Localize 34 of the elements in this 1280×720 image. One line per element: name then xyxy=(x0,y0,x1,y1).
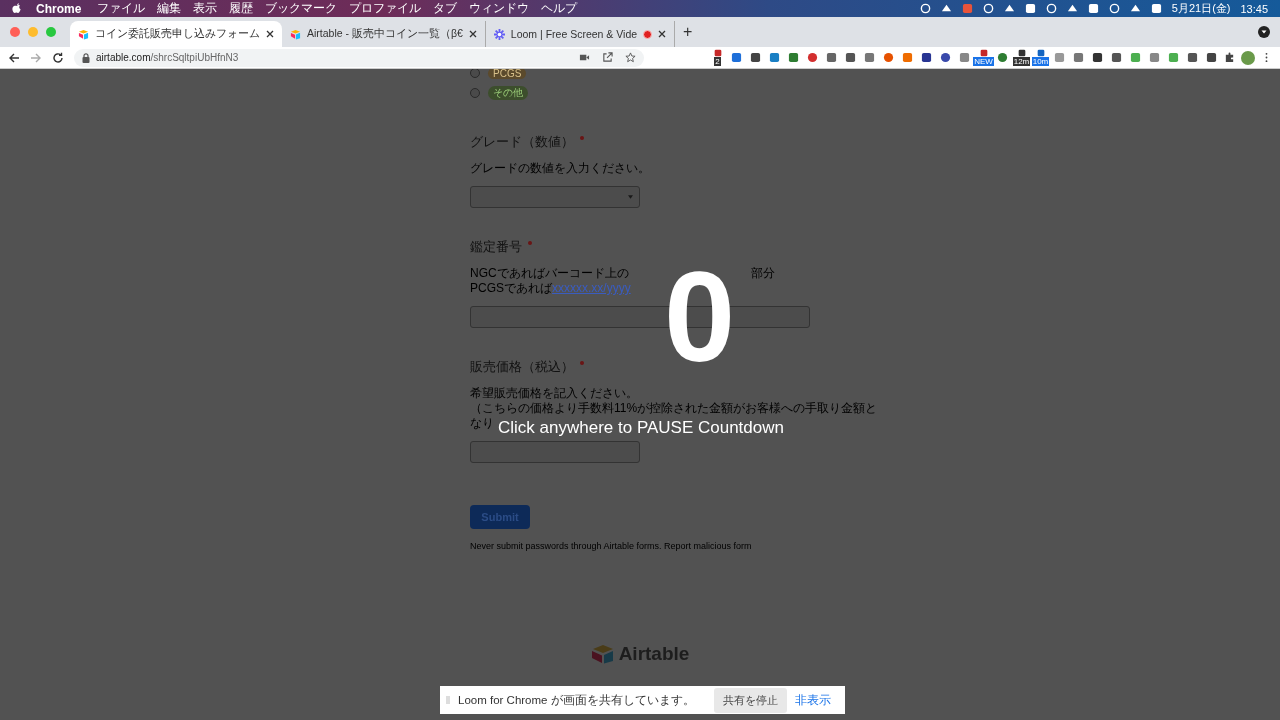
address-bar[interactable]: airtable.com/shrcSqltpiUbHfnN3 xyxy=(74,48,644,67)
menu-item[interactable]: ヘルプ xyxy=(541,0,578,17)
hide-link[interactable]: 非表示 xyxy=(795,692,833,708)
field-description: グレードの数値を入力ください。 xyxy=(470,161,650,176)
field-description: 希望販売価格を記入ください。 xyxy=(470,386,638,401)
extension-badge: 2 xyxy=(714,57,721,66)
menu-item[interactable]: 編集 xyxy=(157,0,182,17)
field-title: 販売価格（税込） xyxy=(470,358,574,376)
menu-item[interactable]: ブックマーク xyxy=(265,0,338,17)
menu-item[interactable]: ウィンドウ xyxy=(469,0,530,17)
field-description: 部分 xyxy=(750,266,775,281)
new-tab-button[interactable]: + xyxy=(683,23,693,41)
field-description: なり xyxy=(470,416,494,431)
form-footer-note: Never submit passwords through Airtable forms. Report malicious form xyxy=(470,541,753,551)
share-message: Loom for Chrome が画面を共有しています。 xyxy=(458,692,695,708)
menu-item[interactable]: ファイル xyxy=(97,0,146,17)
extension-badge: 12m xyxy=(1012,57,1031,66)
menu-item[interactable]: Chrome xyxy=(36,1,82,16)
menu-item[interactable]: プロファイル xyxy=(349,0,422,17)
countdown-number: 0 xyxy=(664,262,736,372)
field-description: （こちらの価格より手数料11%が控除された金額がお客様への手取り金額と xyxy=(470,401,878,416)
option-tag: その他 xyxy=(488,86,528,100)
menu-clock-time[interactable]: 13:45 xyxy=(1240,2,1268,15)
browser-tab[interactable]: コイン委託販売申し込みフォーム xyxy=(70,21,282,47)
menu-item[interactable]: 表示 xyxy=(193,0,218,17)
extension-badge: 10m xyxy=(1031,57,1050,66)
menu-item[interactable]: 履歴 xyxy=(229,0,254,17)
option-tag: PCGS xyxy=(488,69,527,79)
field-description: PCGSであれば xyxy=(470,281,552,296)
stop-sharing-button[interactable]: 共有を停止 xyxy=(714,687,787,713)
extension-badge: NEW xyxy=(973,57,994,66)
menu-clock-date[interactable]: 5月21日(金) xyxy=(1171,1,1231,16)
countdown-hint: Click anywhere to PAUSE Countdown xyxy=(498,418,784,438)
menu-item[interactable]: タブ xyxy=(433,0,458,17)
